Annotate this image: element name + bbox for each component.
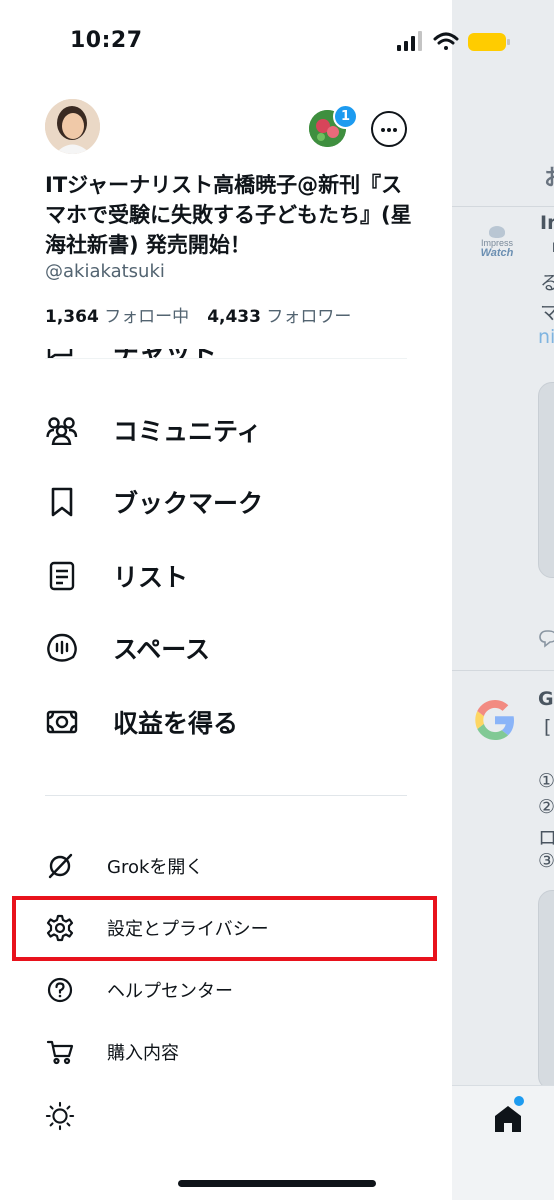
battery-icon [468, 33, 510, 51]
divider [452, 670, 554, 671]
following-link[interactable]: 1,364 フォロー中 [45, 307, 189, 327]
grok-icon [45, 851, 75, 881]
followers-link[interactable]: 4,433 フォロワー [207, 307, 351, 327]
timeline-tab-label: お [544, 160, 554, 192]
more-options-button[interactable] [371, 111, 407, 147]
menu-item-help-center[interactable]: ヘルプセンター [45, 972, 415, 1008]
reply-icon[interactable] [538, 628, 554, 648]
profile-display-name[interactable]: ITジャーナリスト高橋暁子@新刊『スマホで受験に失敗する子どもたち』(星海社新書… [45, 170, 415, 260]
post-text: ① [538, 770, 554, 792]
highlight-box [12, 896, 437, 961]
post-text: [ [544, 716, 552, 738]
menu-item-communities[interactable]: コミュニティ [45, 408, 407, 452]
post-text: ロ [538, 827, 554, 849]
home-indicator [178, 1180, 376, 1187]
menu-item-spaces[interactable]: スペース [45, 626, 407, 670]
status-time: 10:27 [70, 28, 143, 53]
theme-toggle-button[interactable] [45, 1098, 415, 1134]
menu-item-bookmarks[interactable]: ブックマーク [45, 480, 407, 524]
status-icons [397, 31, 510, 51]
google-logo-icon [475, 700, 514, 740]
menu-item-monetization[interactable]: 収益を得る [45, 700, 407, 744]
post-text: ③ [538, 850, 554, 872]
wifi-icon [433, 32, 459, 50]
follow-stats: 1,364 フォロー中 4,433 フォロワー [45, 302, 351, 327]
menu-item-lists[interactable]: リスト [45, 554, 407, 598]
list-icon [45, 559, 79, 593]
post-link[interactable]: ni [538, 326, 554, 348]
notification-dot [514, 1096, 524, 1106]
post-media[interactable] [538, 890, 554, 1090]
post-text: マ [540, 302, 554, 324]
sun-icon [45, 1101, 75, 1131]
profile-handle: @akiakatsuki [45, 261, 165, 282]
profile-avatar[interactable] [45, 99, 100, 154]
post-media[interactable] [538, 382, 554, 578]
post-text: ② [538, 796, 554, 818]
post-text: 「 [544, 240, 554, 260]
divider [45, 795, 407, 796]
timeline-background: お Impress Watch In 「 る マ ni G [ ① ② ロ ③ [452, 0, 554, 1200]
communities-icon [45, 413, 79, 447]
monetization-icon [45, 705, 79, 739]
cellular-signal-icon [397, 31, 422, 51]
spaces-icon [45, 631, 79, 665]
cart-icon [45, 1037, 75, 1067]
home-icon[interactable] [492, 1103, 524, 1135]
menu-item-purchases[interactable]: 購入内容 [45, 1034, 415, 1070]
post-author: In [540, 212, 554, 234]
impress-watch-logo: Impress Watch [474, 226, 520, 259]
help-icon [45, 975, 75, 1005]
post-author: G [538, 688, 554, 710]
divider [45, 358, 407, 359]
divider [452, 206, 554, 207]
account-badge: 1 [333, 104, 358, 129]
bottom-tab-bar [452, 1085, 554, 1200]
bookmark-icon [45, 485, 79, 519]
menu-item-open-grok[interactable]: Grokを開く [45, 848, 415, 884]
post-text: る [540, 272, 554, 294]
